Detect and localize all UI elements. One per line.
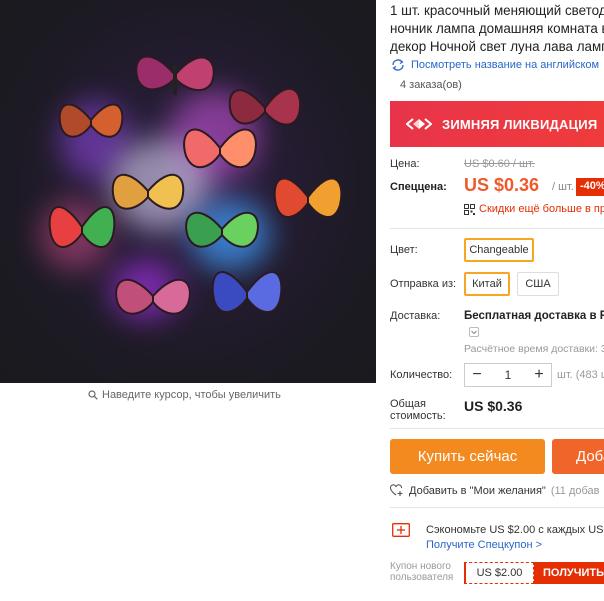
current-price: US $0.36 [464, 175, 540, 195]
translate-icon [392, 59, 404, 71]
quantity-decrement-button[interactable]: − [465, 364, 489, 386]
title-line: ночник лампа домашняя комната в [390, 21, 604, 36]
new-user-coupon-label-line: пользователя [390, 572, 454, 583]
butterfly-decor [115, 278, 191, 315]
search-icon [88, 390, 98, 400]
total-label-line: стоимость: [390, 410, 446, 422]
get-spec-coupon-link[interactable]: Получите Спецкупон > [426, 539, 542, 551]
sale-arrows-icon [406, 118, 432, 130]
divider [390, 428, 604, 429]
more-discounts-text[interactable]: Скидки ещё больше в при [479, 203, 604, 215]
new-user-coupon-label-line: Купон нового [390, 561, 451, 572]
add-to-wishlist-link[interactable]: Добавить в "Мои желания" (11 добав [390, 484, 600, 497]
butterfly-decor [211, 271, 283, 313]
product-title: 1 шт. красочный меняющий светод ночник л… [390, 2, 604, 56]
more-discounts-link[interactable]: Скидки ещё больше в при [464, 203, 604, 215]
quantity-increment-button[interactable]: + [527, 364, 551, 386]
delivery-dropdown[interactable] [469, 327, 479, 337]
wishlist-count: (11 добав [550, 484, 600, 497]
quantity-label: Количество: [390, 369, 453, 381]
get-coupon-button[interactable]: ПОЛУЧИТЬ [534, 562, 604, 584]
ship-from-label: Отправка из: [390, 278, 457, 290]
coupon-icon [464, 203, 475, 215]
translate-title-link[interactable]: Посмотреть название на английском [390, 58, 599, 72]
color-option-changeable[interactable]: Changeable [464, 238, 534, 262]
promo-save-text: Сэкономьте US $2.00 с каждых US $1 [426, 524, 604, 536]
ship-from-option-usa[interactable]: США [517, 272, 559, 296]
special-price-label: Спеццена: [390, 181, 447, 193]
zoom-hint-text: Наведите курсор, чтобы увеличить [102, 389, 281, 401]
butterfly-decor [135, 55, 215, 95]
ship-from-option-china[interactable]: Китай [464, 272, 510, 296]
total-label: Общая стоимость: [390, 398, 446, 422]
total-price: US $0.36 [464, 398, 523, 414]
divider [390, 507, 604, 508]
butterfly-decor [111, 173, 185, 210]
zoom-hint: Наведите курсор, чтобы увеличить [88, 389, 281, 401]
chevron-down-icon [471, 330, 477, 335]
old-price: US $0.60 / шт. [464, 158, 535, 170]
title-line: 1 шт. красочный меняющий светод [390, 3, 604, 18]
new-user-coupon-value: US $2.00 [464, 562, 534, 584]
butterfly-decor [58, 103, 124, 138]
color-label: Цвет: [390, 244, 418, 256]
translate-link-text[interactable]: Посмотреть название на английском [411, 59, 599, 71]
title-line: декор Ночной свет луна лава лампа [390, 39, 604, 54]
promo-save-box: Сэкономьте US $2.00 с каждых US $1 Получ… [390, 515, 604, 557]
price-label: Цена: [390, 158, 420, 170]
quantity-stepper: − 1 + [464, 363, 552, 387]
sale-banner-text: ЗИМНЯЯ ЛИКВИДАЦИЯ [442, 116, 598, 132]
product-info-panel: 1 шт. красочный меняющий светод ночник л… [376, 0, 604, 601]
discount-badge: -40% [576, 178, 604, 196]
delivery-label: Доставка: [390, 310, 441, 322]
total-label-line: Общая [390, 398, 426, 410]
delivery-value: Бесплатная доставка в Rus [464, 310, 604, 322]
product-image[interactable] [0, 0, 376, 383]
divider [390, 228, 604, 229]
sale-banner[interactable]: ЗИМНЯЯ ЛИКВИДАЦИЯ [390, 101, 604, 147]
quantity-available: шт. (483 ш [557, 369, 604, 381]
butterfly-decor [183, 128, 257, 168]
ticket-icon [392, 523, 410, 537]
add-to-cart-button[interactable]: Доба [552, 439, 604, 474]
new-user-coupon-label: Купон нового пользователя [390, 561, 453, 583]
butterfly-decor [48, 206, 116, 248]
per-unit: / шт. [552, 181, 574, 193]
quantity-input[interactable]: 1 [489, 368, 527, 382]
delivery-eta: Расчётное время доставки: 3 [464, 343, 604, 355]
buy-now-button[interactable]: Купить сейчас [390, 439, 545, 474]
orders-count: 4 заказа(ов) [400, 79, 462, 91]
heart-plus-icon [390, 484, 403, 496]
wishlist-text[interactable]: Добавить в "Мои желания" [409, 485, 546, 497]
butterfly-decor [273, 177, 343, 218]
